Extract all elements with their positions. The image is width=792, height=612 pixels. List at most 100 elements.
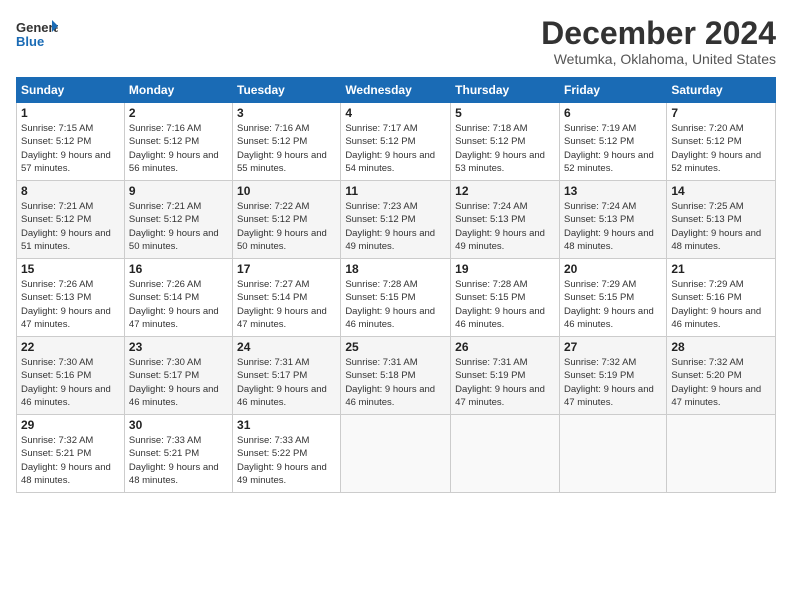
day-number: 15 <box>21 262 120 276</box>
day-number: 20 <box>564 262 662 276</box>
day-cell: 25 Sunrise: 7:31 AMSunset: 5:18 PMDaylig… <box>341 337 451 415</box>
day-cell: 14 Sunrise: 7:25 AMSunset: 5:13 PMDaylig… <box>667 181 776 259</box>
day-cell: 6 Sunrise: 7:19 AMSunset: 5:12 PMDayligh… <box>559 103 666 181</box>
day-info: Sunrise: 7:33 AMSunset: 5:22 PMDaylight:… <box>237 435 327 486</box>
day-cell: 29 Sunrise: 7:32 AMSunset: 5:21 PMDaylig… <box>17 415 125 493</box>
day-info: Sunrise: 7:32 AMSunset: 5:21 PMDaylight:… <box>21 435 111 486</box>
day-info: Sunrise: 7:29 AMSunset: 5:16 PMDaylight:… <box>671 279 761 330</box>
day-info: Sunrise: 7:31 AMSunset: 5:17 PMDaylight:… <box>237 357 327 408</box>
day-number: 16 <box>129 262 228 276</box>
day-number: 11 <box>345 184 446 198</box>
day-cell: 28 Sunrise: 7:32 AMSunset: 5:20 PMDaylig… <box>667 337 776 415</box>
svg-text:General: General <box>16 20 58 35</box>
day-info: Sunrise: 7:31 AMSunset: 5:18 PMDaylight:… <box>345 357 435 408</box>
day-cell: 23 Sunrise: 7:30 AMSunset: 5:17 PMDaylig… <box>124 337 232 415</box>
day-cell <box>341 415 451 493</box>
day-number: 14 <box>671 184 771 198</box>
col-friday: Friday <box>559 78 666 103</box>
day-info: Sunrise: 7:24 AMSunset: 5:13 PMDaylight:… <box>564 201 654 252</box>
header-row-days: Sunday Monday Tuesday Wednesday Thursday… <box>17 78 776 103</box>
day-info: Sunrise: 7:31 AMSunset: 5:19 PMDaylight:… <box>455 357 545 408</box>
day-cell: 12 Sunrise: 7:24 AMSunset: 5:13 PMDaylig… <box>451 181 560 259</box>
day-cell: 5 Sunrise: 7:18 AMSunset: 5:12 PMDayligh… <box>451 103 560 181</box>
day-cell <box>559 415 666 493</box>
day-cell: 22 Sunrise: 7:30 AMSunset: 5:16 PMDaylig… <box>17 337 125 415</box>
day-cell: 19 Sunrise: 7:28 AMSunset: 5:15 PMDaylig… <box>451 259 560 337</box>
day-info: Sunrise: 7:29 AMSunset: 5:15 PMDaylight:… <box>564 279 654 330</box>
day-cell: 4 Sunrise: 7:17 AMSunset: 5:12 PMDayligh… <box>341 103 451 181</box>
calendar-title: December 2024 <box>541 16 776 51</box>
day-cell: 18 Sunrise: 7:28 AMSunset: 5:15 PMDaylig… <box>341 259 451 337</box>
day-number: 5 <box>455 106 555 120</box>
week-row-1: 1 Sunrise: 7:15 AMSunset: 5:12 PMDayligh… <box>17 103 776 181</box>
day-cell: 13 Sunrise: 7:24 AMSunset: 5:13 PMDaylig… <box>559 181 666 259</box>
col-wednesday: Wednesday <box>341 78 451 103</box>
col-tuesday: Tuesday <box>233 78 341 103</box>
logo: General Blue <box>16 16 58 52</box>
day-cell: 10 Sunrise: 7:22 AMSunset: 5:12 PMDaylig… <box>233 181 341 259</box>
title-block: December 2024 Wetumka, Oklahoma, United … <box>541 16 776 67</box>
calendar-subtitle: Wetumka, Oklahoma, United States <box>541 51 776 67</box>
day-number: 27 <box>564 340 662 354</box>
day-info: Sunrise: 7:21 AMSunset: 5:12 PMDaylight:… <box>21 201 111 252</box>
day-cell: 15 Sunrise: 7:26 AMSunset: 5:13 PMDaylig… <box>17 259 125 337</box>
day-info: Sunrise: 7:33 AMSunset: 5:21 PMDaylight:… <box>129 435 219 486</box>
day-number: 4 <box>345 106 446 120</box>
day-cell: 1 Sunrise: 7:15 AMSunset: 5:12 PMDayligh… <box>17 103 125 181</box>
day-cell: 17 Sunrise: 7:27 AMSunset: 5:14 PMDaylig… <box>233 259 341 337</box>
day-cell: 26 Sunrise: 7:31 AMSunset: 5:19 PMDaylig… <box>451 337 560 415</box>
day-cell: 3 Sunrise: 7:16 AMSunset: 5:12 PMDayligh… <box>233 103 341 181</box>
col-sunday: Sunday <box>17 78 125 103</box>
day-info: Sunrise: 7:30 AMSunset: 5:16 PMDaylight:… <box>21 357 111 408</box>
day-info: Sunrise: 7:30 AMSunset: 5:17 PMDaylight:… <box>129 357 219 408</box>
day-info: Sunrise: 7:27 AMSunset: 5:14 PMDaylight:… <box>237 279 327 330</box>
day-cell: 30 Sunrise: 7:33 AMSunset: 5:21 PMDaylig… <box>124 415 232 493</box>
day-number: 12 <box>455 184 555 198</box>
day-number: 21 <box>671 262 771 276</box>
day-number: 24 <box>237 340 336 354</box>
day-info: Sunrise: 7:16 AMSunset: 5:12 PMDaylight:… <box>129 123 219 174</box>
calendar-container: General Blue December 2024 Wetumka, Okla… <box>0 0 792 501</box>
day-cell: 24 Sunrise: 7:31 AMSunset: 5:17 PMDaylig… <box>233 337 341 415</box>
day-number: 22 <box>21 340 120 354</box>
calendar-table: Sunday Monday Tuesday Wednesday Thursday… <box>16 77 776 493</box>
day-number: 10 <box>237 184 336 198</box>
day-number: 25 <box>345 340 446 354</box>
day-info: Sunrise: 7:23 AMSunset: 5:12 PMDaylight:… <box>345 201 435 252</box>
day-number: 17 <box>237 262 336 276</box>
day-number: 18 <box>345 262 446 276</box>
day-number: 1 <box>21 106 120 120</box>
day-info: Sunrise: 7:20 AMSunset: 5:12 PMDaylight:… <box>671 123 761 174</box>
day-info: Sunrise: 7:32 AMSunset: 5:19 PMDaylight:… <box>564 357 654 408</box>
day-cell: 7 Sunrise: 7:20 AMSunset: 5:12 PMDayligh… <box>667 103 776 181</box>
day-number: 3 <box>237 106 336 120</box>
day-cell: 2 Sunrise: 7:16 AMSunset: 5:12 PMDayligh… <box>124 103 232 181</box>
day-info: Sunrise: 7:19 AMSunset: 5:12 PMDaylight:… <box>564 123 654 174</box>
day-number: 19 <box>455 262 555 276</box>
day-cell: 21 Sunrise: 7:29 AMSunset: 5:16 PMDaylig… <box>667 259 776 337</box>
day-info: Sunrise: 7:16 AMSunset: 5:12 PMDaylight:… <box>237 123 327 174</box>
week-row-4: 22 Sunrise: 7:30 AMSunset: 5:16 PMDaylig… <box>17 337 776 415</box>
day-number: 8 <box>21 184 120 198</box>
day-number: 7 <box>671 106 771 120</box>
col-saturday: Saturday <box>667 78 776 103</box>
day-cell <box>667 415 776 493</box>
week-row-5: 29 Sunrise: 7:32 AMSunset: 5:21 PMDaylig… <box>17 415 776 493</box>
day-number: 30 <box>129 418 228 432</box>
day-number: 31 <box>237 418 336 432</box>
day-number: 9 <box>129 184 228 198</box>
day-info: Sunrise: 7:26 AMSunset: 5:14 PMDaylight:… <box>129 279 219 330</box>
day-cell: 20 Sunrise: 7:29 AMSunset: 5:15 PMDaylig… <box>559 259 666 337</box>
day-number: 13 <box>564 184 662 198</box>
week-row-3: 15 Sunrise: 7:26 AMSunset: 5:13 PMDaylig… <box>17 259 776 337</box>
day-info: Sunrise: 7:24 AMSunset: 5:13 PMDaylight:… <box>455 201 545 252</box>
col-monday: Monday <box>124 78 232 103</box>
day-cell: 27 Sunrise: 7:32 AMSunset: 5:19 PMDaylig… <box>559 337 666 415</box>
day-info: Sunrise: 7:17 AMSunset: 5:12 PMDaylight:… <box>345 123 435 174</box>
day-cell: 8 Sunrise: 7:21 AMSunset: 5:12 PMDayligh… <box>17 181 125 259</box>
col-thursday: Thursday <box>451 78 560 103</box>
day-number: 29 <box>21 418 120 432</box>
day-info: Sunrise: 7:21 AMSunset: 5:12 PMDaylight:… <box>129 201 219 252</box>
day-info: Sunrise: 7:28 AMSunset: 5:15 PMDaylight:… <box>345 279 435 330</box>
day-number: 23 <box>129 340 228 354</box>
